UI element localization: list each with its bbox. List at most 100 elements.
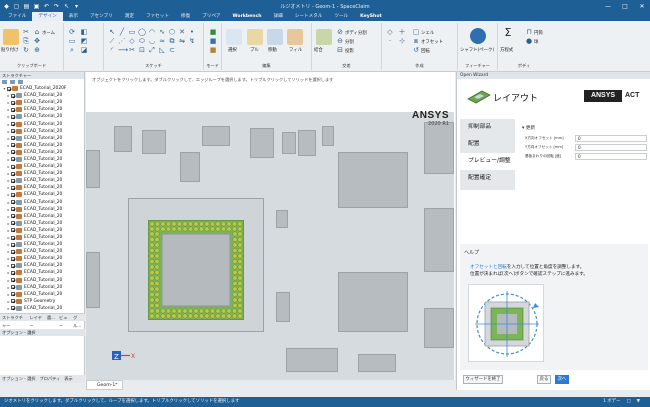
board-component[interactable] bbox=[276, 210, 288, 228]
tab-properties[interactable]: プロパティ bbox=[38, 375, 63, 383]
visibility-checkbox[interactable] bbox=[11, 114, 15, 119]
board-component[interactable] bbox=[286, 348, 338, 372]
visibility-checkbox[interactable] bbox=[11, 150, 15, 155]
visibility-checkbox[interactable] bbox=[11, 249, 15, 254]
view-cube-icon[interactable]: ◧ bbox=[80, 28, 88, 36]
tree-item[interactable]: ▸ ECAD_Tutorial_20 bbox=[1, 120, 84, 127]
step-suppress-parts[interactable]: 抑制部品 bbox=[460, 119, 515, 136]
offset-curve-icon[interactable]: ⧉ bbox=[168, 37, 176, 45]
new-icon[interactable]: ▢ bbox=[13, 3, 20, 10]
visibility-checkbox[interactable] bbox=[11, 256, 15, 261]
three-point-rect-icon[interactable]: ◇ bbox=[128, 37, 136, 45]
board-component[interactable] bbox=[180, 152, 200, 182]
board-component[interactable] bbox=[338, 272, 408, 332]
tree-item[interactable]: ▸ ECAD_Tutorial_20 bbox=[1, 227, 84, 234]
tree-item[interactable]: ▸ ECAD_Tutorial_20 bbox=[1, 149, 84, 156]
line-icon[interactable]: ╱ bbox=[118, 28, 126, 36]
tree-item[interactable]: ▸ ECAD_Tutorial_20 bbox=[1, 305, 84, 312]
tab-views[interactable]: ビュー bbox=[57, 314, 71, 328]
document-tab[interactable]: Geom-1* bbox=[86, 380, 123, 390]
tree-item[interactable]: ▸ ECAD_Tutorial_20 bbox=[1, 92, 84, 99]
save-icon[interactable]: ▣ bbox=[33, 3, 40, 10]
tree-item[interactable]: ▸ ECAD_Tutorial_20 bbox=[1, 241, 84, 248]
snap-view-icon[interactable]: ◪ bbox=[80, 46, 88, 54]
status-toggle-icon[interactable]: □ bbox=[626, 397, 630, 407]
tab-options[interactable]: オプション - 選択 bbox=[0, 375, 38, 383]
tab-prepare[interactable]: プリペア bbox=[196, 12, 226, 21]
plane-icon[interactable]: ◇ bbox=[386, 28, 394, 36]
visibility-checkbox[interactable] bbox=[11, 285, 15, 290]
visibility-checkbox[interactable] bbox=[11, 242, 15, 247]
axis-icon[interactable]: ＋ bbox=[398, 28, 406, 36]
visibility-checkbox[interactable] bbox=[11, 93, 15, 98]
board-component[interactable] bbox=[86, 150, 100, 188]
offset-icon[interactable]: ⧈ bbox=[412, 37, 420, 45]
split-icon[interactable]: ⊖ bbox=[336, 37, 344, 45]
minimize-icon[interactable]: — bbox=[603, 3, 613, 10]
tree-item[interactable]: ▸ ECAD_Tutorial_20 bbox=[1, 269, 84, 276]
section-mode-icon[interactable]: ■ bbox=[209, 37, 217, 45]
x-offset-input[interactable]: 0 bbox=[575, 135, 647, 142]
board-component[interactable] bbox=[202, 126, 230, 146]
board-component[interactable] bbox=[338, 152, 408, 208]
arc-icon[interactable]: ◠ bbox=[148, 28, 156, 36]
back-button[interactable]: 戻る bbox=[537, 375, 551, 384]
polygon-icon[interactable]: ⬡ bbox=[168, 28, 176, 36]
tree-item[interactable]: ▸ ECAD_Tutorial_20 bbox=[1, 135, 84, 142]
split-curve-icon[interactable]: ✂ bbox=[128, 46, 136, 54]
board-component[interactable] bbox=[298, 130, 316, 156]
visibility-checkbox[interactable] bbox=[11, 299, 15, 304]
visibility-checkbox[interactable] bbox=[7, 86, 11, 91]
pull-icon[interactable] bbox=[247, 29, 263, 45]
visibility-checkbox[interactable] bbox=[11, 122, 15, 127]
visibility-checkbox[interactable] bbox=[11, 100, 15, 105]
orient-icon[interactable]: ↻ bbox=[22, 46, 30, 54]
tangent-line-icon[interactable]: ⟋ bbox=[108, 37, 116, 45]
board-component[interactable] bbox=[282, 132, 296, 154]
visibility-checkbox[interactable] bbox=[11, 306, 15, 311]
step-preview-adjust[interactable]: プレビュー/調整 bbox=[460, 153, 515, 170]
sphere-icon[interactable]: ● bbox=[525, 37, 533, 45]
redo-icon[interactable]: ↷ bbox=[53, 3, 60, 10]
tree-tool-icon[interactable] bbox=[18, 80, 23, 84]
close-icon[interactable]: ✕ bbox=[637, 3, 647, 10]
board-component[interactable] bbox=[358, 354, 396, 372]
visibility-checkbox[interactable] bbox=[11, 221, 15, 226]
visibility-checkbox[interactable] bbox=[11, 157, 15, 162]
tab-sheetmetal[interactable]: シートメタル bbox=[289, 12, 329, 21]
copy-icon[interactable]: ⎘ bbox=[22, 37, 30, 45]
circle-icon[interactable]: ◯ bbox=[138, 28, 146, 36]
scale-icon[interactable]: ⤢ bbox=[148, 46, 156, 54]
face-curve-icon[interactable]: ≈ bbox=[158, 37, 166, 45]
point-icon[interactable]: • bbox=[188, 28, 196, 36]
move-icon[interactable] bbox=[267, 29, 283, 45]
board-component[interactable] bbox=[424, 208, 454, 272]
exit-wizard-button[interactable]: ウィザードを終了 bbox=[463, 375, 503, 384]
revolve-icon[interactable]: ↺ bbox=[412, 46, 420, 54]
app-icon[interactable]: ◆ bbox=[3, 3, 10, 10]
tree-item[interactable]: ▸ STP Geometry bbox=[1, 298, 84, 305]
tree-item[interactable]: ▸ ECAD_Tutorial_20 bbox=[1, 213, 84, 220]
spline-icon[interactable]: ∿ bbox=[158, 28, 166, 36]
visibility-checkbox[interactable] bbox=[11, 263, 15, 268]
tab-tools[interactable]: ツール bbox=[328, 12, 354, 21]
visibility-checkbox[interactable] bbox=[11, 200, 15, 205]
visibility-checkbox[interactable] bbox=[11, 171, 15, 176]
trim-icon[interactable]: ✕ bbox=[178, 28, 186, 36]
construction-line-icon[interactable]: ⋰ bbox=[118, 37, 126, 45]
visibility-checkbox[interactable] bbox=[11, 292, 15, 297]
tree-tool-icon[interactable] bbox=[10, 80, 15, 84]
visibility-checkbox[interactable] bbox=[11, 164, 15, 169]
bend-icon[interactable]: ↯ bbox=[188, 37, 196, 45]
zoom-icon[interactable]: ⊕ bbox=[33, 46, 41, 54]
maximize-icon[interactable]: □ bbox=[620, 3, 630, 10]
split-body-icon[interactable]: ⊘ bbox=[336, 28, 344, 36]
tree-item[interactable]: ▸ ECAD_Tutorial_20 bbox=[1, 291, 84, 298]
board-component[interactable] bbox=[250, 128, 274, 158]
shell-icon[interactable]: ▢ bbox=[412, 28, 420, 36]
tree-item[interactable]: ▸ ECAD_Tutorial_20 bbox=[1, 248, 84, 255]
project-icon[interactable]: ⊟ bbox=[336, 46, 344, 54]
tree-tool-icon[interactable] bbox=[2, 80, 7, 84]
visibility-checkbox[interactable] bbox=[11, 143, 15, 148]
board-component[interactable] bbox=[322, 126, 334, 146]
